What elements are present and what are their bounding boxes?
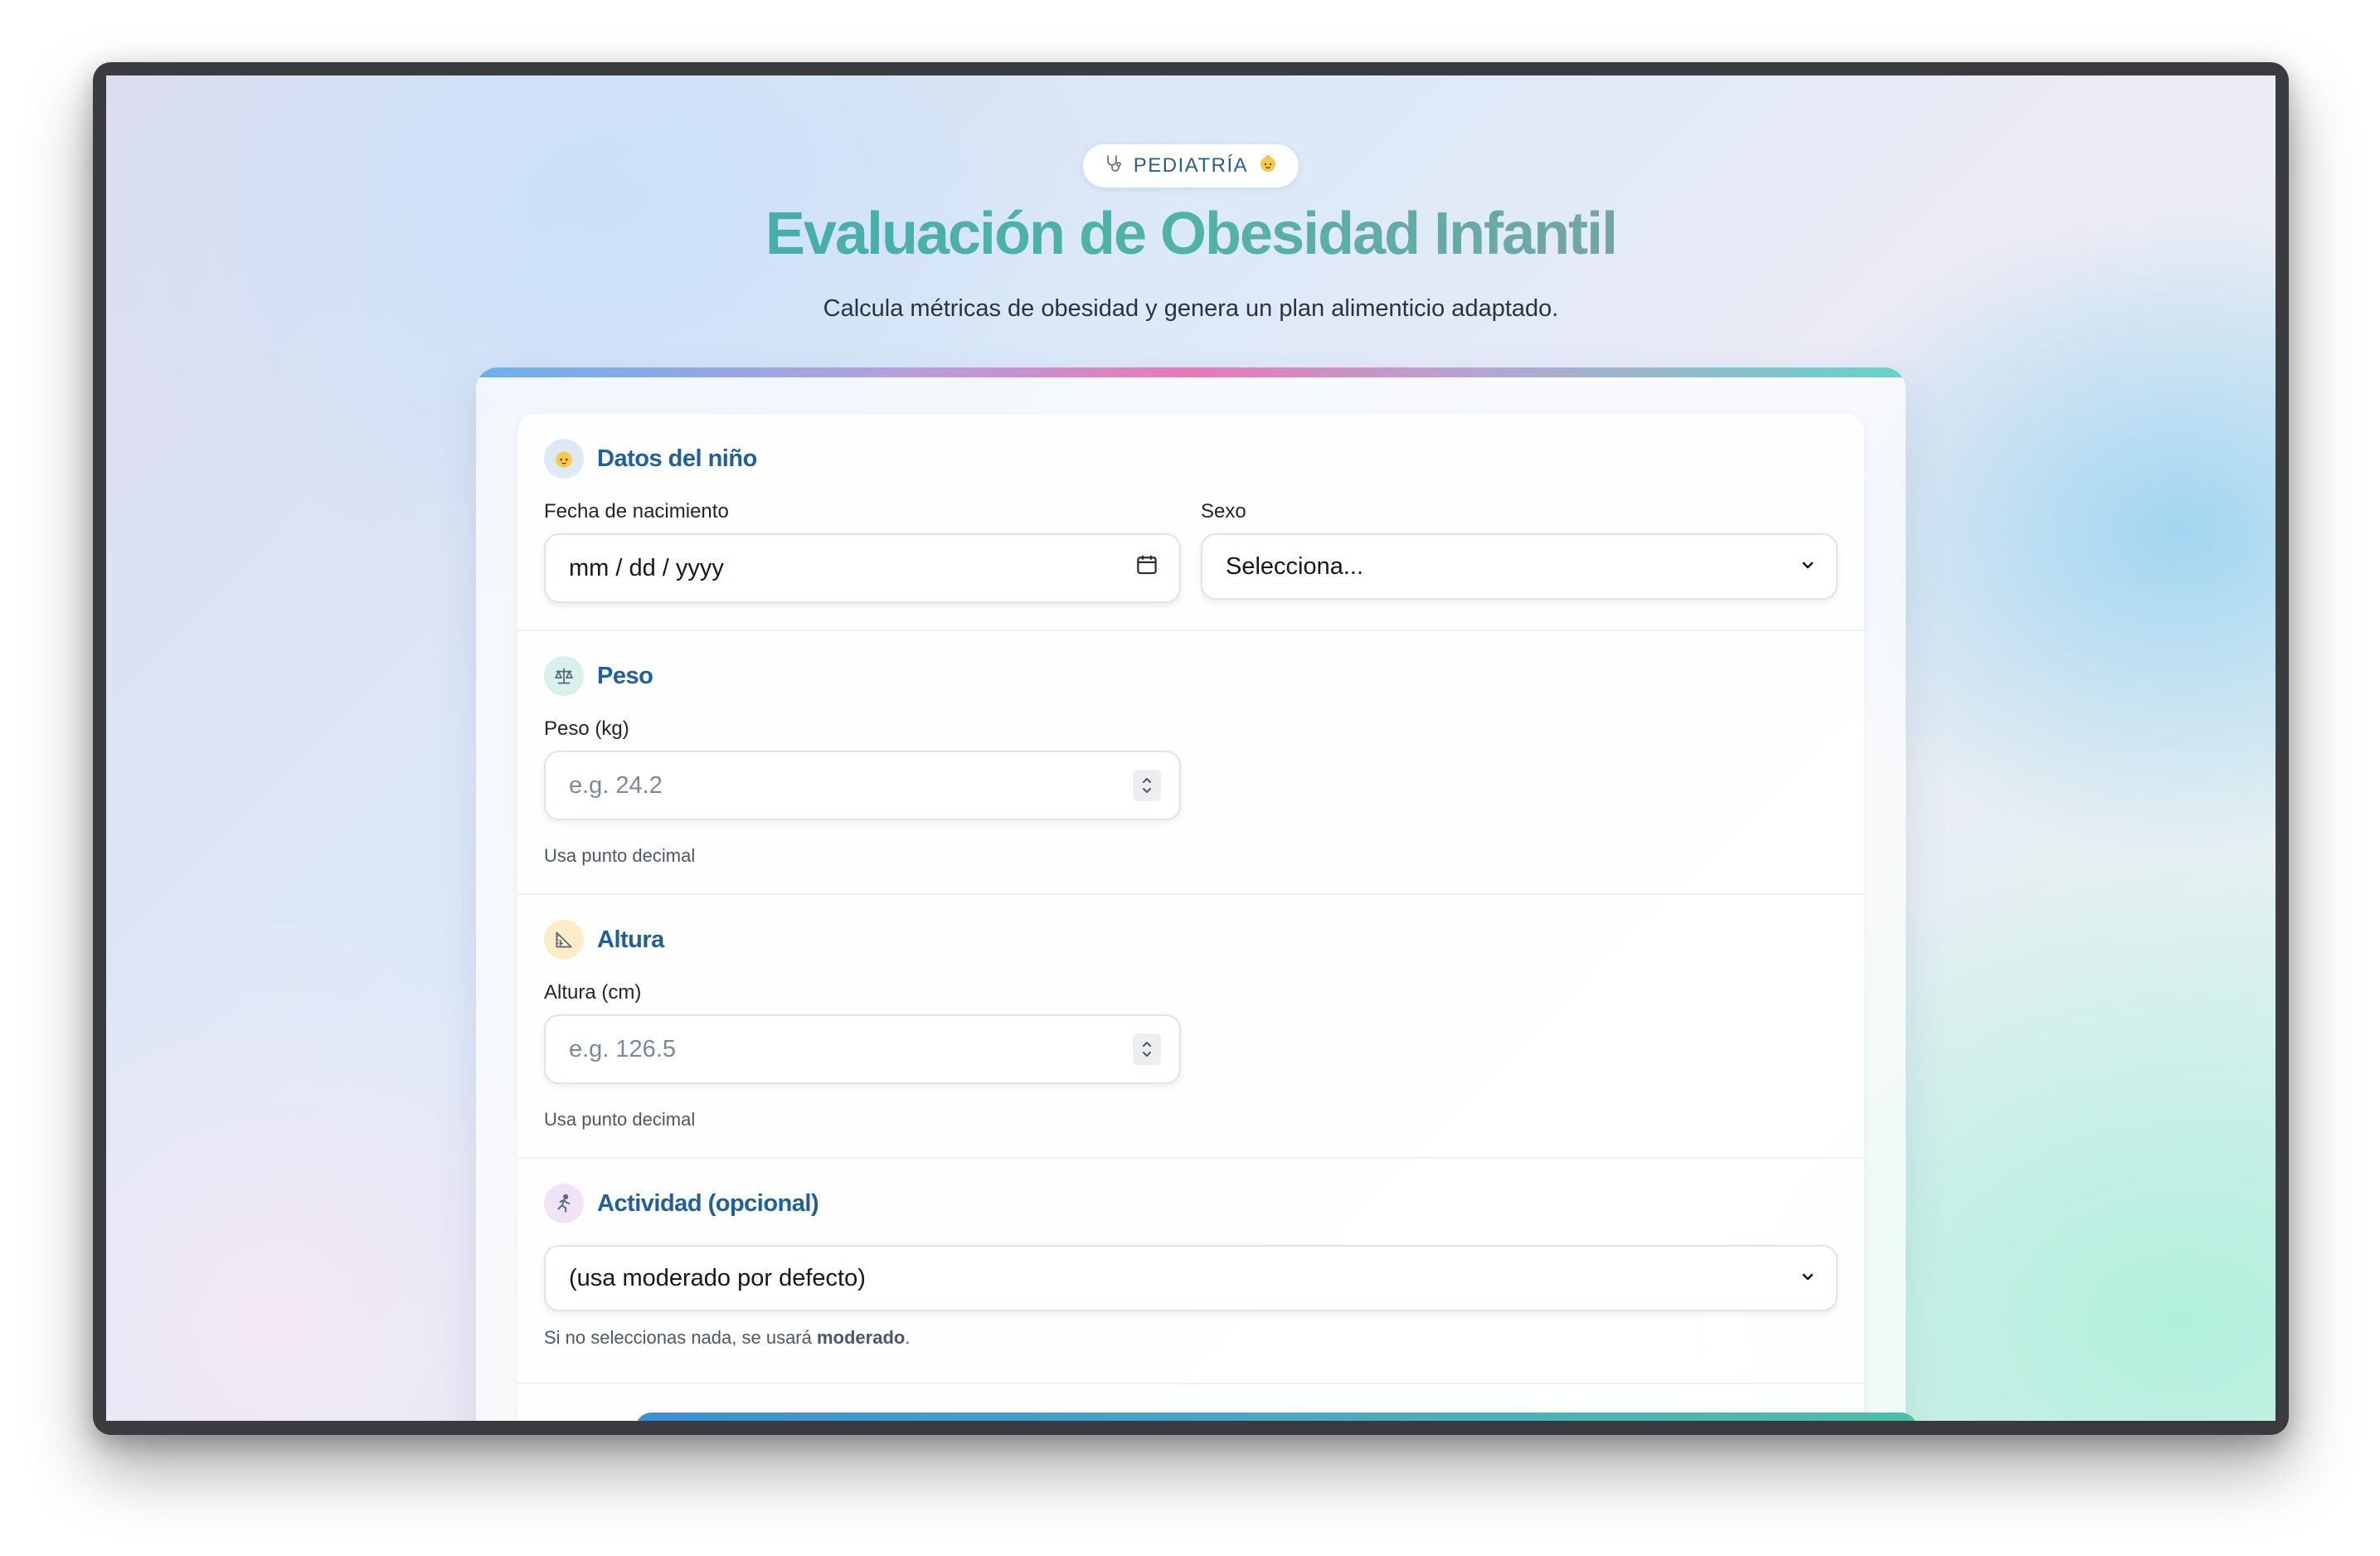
section-header: Altura	[544, 920, 664, 960]
birthdate-input[interactable]: mm / dd / yyyy	[544, 533, 1181, 603]
section-title: Altura	[597, 926, 664, 953]
birthdate-placeholder: mm / dd / yyyy	[569, 554, 724, 581]
weight-placeholder: e.g. 24.2	[569, 771, 663, 799]
baby-face-icon	[1258, 153, 1278, 178]
height-hint: Usa punto decimal	[544, 1109, 696, 1130]
page-title: Evaluación de Obesidad Infantil	[106, 200, 2276, 268]
sex-select-value: Selecciona...	[1226, 552, 1364, 580]
form-panel: Datos del niño Fecha de nacimiento mm / …	[517, 414, 1864, 1421]
activity-hint: Si no seleccionas nada, se usará moderad…	[544, 1327, 910, 1349]
baby-face-icon	[544, 439, 584, 479]
section-header: Peso	[544, 656, 653, 696]
page-subtitle: Calcula métricas de obesidad y genera un…	[823, 295, 1559, 322]
submit-button[interactable]	[635, 1413, 1917, 1421]
section-title: Peso	[597, 662, 653, 689]
activity-hint-prefix: Si no seleccionas nada, se usará	[544, 1327, 817, 1348]
section-title: Actividad (opcional)	[597, 1189, 819, 1217]
section-header: Datos del niño	[544, 439, 757, 479]
activity-select-value: (usa moderado por defecto)	[569, 1264, 866, 1291]
weight-hint: Usa punto decimal	[544, 845, 696, 866]
height-input[interactable]: e.g. 126.5	[544, 1014, 1181, 1084]
sex-label: Sexo	[1201, 500, 1246, 523]
height-stepper[interactable]	[1133, 1033, 1161, 1065]
weight-label: Peso (kg)	[544, 717, 629, 740]
section-child-data: Datos del niño Fecha de nacimiento mm / …	[517, 414, 1864, 631]
badge-label: PEDIATRÍA	[1133, 154, 1249, 177]
height-placeholder: e.g. 126.5	[569, 1035, 676, 1062]
weight-stepper[interactable]	[1133, 770, 1161, 801]
activity-hint-suffix: .	[905, 1327, 911, 1348]
form-card: Datos del niño Fecha de nacimiento mm / …	[476, 367, 1906, 1421]
calendar-icon[interactable]	[1134, 552, 1159, 584]
activity-hint-bold: moderado	[816, 1327, 906, 1348]
pediatrics-badge: PEDIATRÍA	[1083, 144, 1299, 187]
section-activity: Actividad (opcional) (usa moderado por d…	[517, 1159, 1864, 1384]
ruler-icon	[544, 920, 584, 960]
section-height: Altura Altura (cm) e.g. 126.5 Usa punto …	[517, 895, 1864, 1159]
section-header: Actividad (opcional)	[544, 1184, 819, 1223]
runner-icon	[544, 1184, 584, 1223]
weight-input[interactable]: e.g. 24.2	[544, 751, 1181, 820]
activity-select[interactable]: (usa moderado por defecto)	[544, 1245, 1838, 1311]
sex-select[interactable]: Selecciona...	[1201, 533, 1838, 600]
stethoscope-icon	[1104, 153, 1124, 178]
height-label: Altura (cm)	[544, 981, 642, 1004]
card-accent-strip	[476, 367, 1906, 377]
section-title: Datos del niño	[597, 445, 757, 472]
scale-icon	[544, 656, 584, 696]
birthdate-label: Fecha de nacimiento	[544, 500, 729, 523]
app-screen: PEDIATRÍA Evaluación de Obesidad Infanti…	[106, 75, 2276, 1421]
chevron-down-icon	[1800, 553, 1816, 581]
section-weight: Peso Peso (kg) e.g. 24.2 Usa punto decim…	[517, 631, 1864, 895]
chevron-down-icon	[1800, 1265, 1816, 1292]
